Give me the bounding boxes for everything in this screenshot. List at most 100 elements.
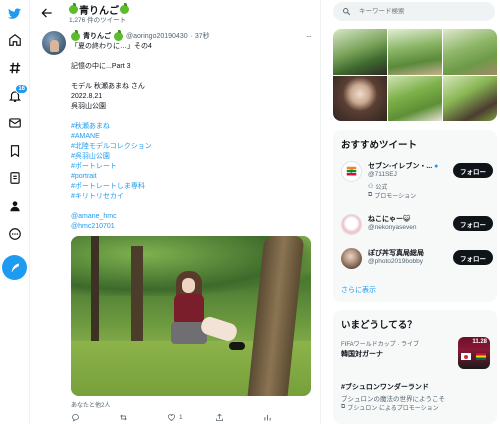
hashtag-link[interactable]: #portrait (71, 172, 97, 182)
media-thumbnail[interactable] (388, 29, 442, 75)
account-name[interactable]: ねこにゃー😺 (368, 214, 410, 224)
media-grid[interactable] (333, 29, 497, 121)
feather-icon (11, 263, 19, 272)
profile-header: 青りんご 1,276 件のツイート (31, 0, 320, 27)
green-apple-icon (71, 29, 80, 41)
back-arrow-icon[interactable] (40, 6, 54, 20)
tweet-more-icon[interactable]: ··· (306, 32, 312, 41)
show-more-link[interactable]: さらに表示 (341, 285, 376, 295)
recommend-account[interactable]: 7 セブン-イレブン・... ● @711SEJ ⚇ 公式 ⧉ プロモーション … (341, 160, 493, 200)
bookmark-icon[interactable] (6, 142, 24, 160)
avatar[interactable] (341, 248, 362, 269)
author-display-name[interactable]: 青りんご (83, 31, 111, 41)
search-box[interactable] (333, 2, 495, 21)
tweet-photo[interactable] (71, 236, 311, 396)
retweet-button[interactable] (119, 413, 167, 422)
official-text: 公式 (375, 185, 388, 191)
promotion-icon: ⧉ (341, 404, 346, 410)
green-apple-icon (120, 3, 129, 14)
left-nav: 16 (0, 0, 30, 424)
main-column: 青りんご 1,276 件のツイート 青りんご @aoringo20190430 … (31, 0, 321, 424)
explore-hashtag-icon[interactable] (6, 59, 24, 77)
trend-name[interactable]: #ブシュロンワンダーランド (341, 382, 429, 392)
tweet-line: モデル 秋瀬あまね さん (71, 83, 145, 90)
reply-button[interactable] (71, 413, 119, 422)
search-input[interactable] (359, 8, 479, 15)
messages-envelope-icon[interactable] (6, 114, 24, 132)
account-handle: @nekonyaseven (368, 224, 417, 231)
tweet-line: 記憶の中に...Part 3 (71, 63, 131, 70)
tweet-line: 呉羽山公園 (71, 103, 106, 110)
media-thumbnail[interactable] (443, 29, 497, 75)
tweet-time[interactable]: · 37秒 (191, 31, 210, 41)
account-handle: @photo2019bobby (368, 258, 424, 265)
media-thumbnail[interactable] (388, 75, 442, 121)
tweet-line: 2022.8.21 (71, 93, 103, 100)
author-handle[interactable]: @aoringo20190430 (126, 33, 188, 40)
profile-icon[interactable] (6, 197, 24, 215)
account-name[interactable]: セブン-イレブン・... ● (368, 161, 438, 171)
share-icon (216, 413, 223, 421)
reply-icon (72, 413, 79, 422)
promotion-text: プロモーション (374, 194, 417, 200)
official-label: ⚇ 公式 (368, 182, 387, 191)
analytics-icon (264, 414, 271, 420)
green-apple-icon (114, 29, 123, 41)
media-thumbnail[interactable] (333, 29, 387, 75)
hashtag-link[interactable]: #北陸モデルコレクション (71, 142, 152, 152)
media-thumbnail[interactable] (443, 75, 497, 121)
notifications-bell-icon[interactable]: 16 (6, 84, 28, 105)
avatar[interactable]: 7 (341, 161, 362, 182)
tweet-line: 「夏の終わりに…」その4 (71, 43, 152, 50)
mention-link[interactable]: @amane_hmc (71, 212, 117, 222)
trends-card: いまどうしてる？ FIFAワールドカップ · ライブ 韓国対ガーナ 11.28 … (333, 310, 497, 424)
recommend-title: おすすめツイート (341, 140, 418, 151)
promotion-text: ブシュロン によるプロモーション (347, 406, 439, 412)
retweet-icon (120, 414, 127, 420)
avatar[interactable] (341, 214, 362, 235)
follow-button[interactable]: フォロー (453, 250, 493, 265)
svg-text:7: 7 (350, 168, 354, 176)
recommend-account[interactable]: ねこにゃー😺 @nekonyaseven フォロー (341, 213, 493, 243)
mention-link[interactable]: @hmc210701 (71, 222, 115, 232)
tweet-actions: 1 (71, 410, 311, 424)
compose-tweet-button[interactable] (2, 255, 27, 280)
follow-button[interactable]: フォロー (453, 216, 493, 231)
trend-name[interactable]: 韓国対ガーナ (341, 349, 383, 359)
tagged-users-caption[interactable]: あなたと他2人 (71, 400, 110, 409)
hashtag-link[interactable]: #ポートレート (71, 162, 117, 172)
trend-meta: FIFAワールドカップ · ライブ (341, 342, 420, 348)
trend-thumbnail-date: 11.28 (472, 339, 487, 345)
promotion-icon: ⧉ (368, 192, 373, 198)
more-options-icon[interactable] (6, 225, 24, 243)
lists-icon[interactable] (6, 169, 24, 187)
promotion-label: ⧉ プロモーション (368, 191, 416, 200)
hashtag-link[interactable]: #秋瀬あまね (71, 122, 110, 132)
home-icon[interactable] (6, 31, 24, 49)
recommended-tweets-card: おすすめツイート 7 セブン-イレブン・... ● @711SEJ ⚇ 公式 ⧉… (333, 130, 497, 302)
seven-eleven-logo-icon: 7 (346, 165, 357, 178)
like-button[interactable]: 1 (167, 413, 215, 422)
share-button[interactable] (215, 413, 263, 422)
trends-title: いまどうしてる？ (341, 320, 417, 331)
hashtag-link[interactable]: #キリトリセカイ (71, 192, 124, 202)
like-count: 1 (179, 413, 183, 421)
recommend-account[interactable]: ぽび丼写真局総局 @photo2019bobby フォロー (341, 247, 493, 277)
official-icon: ⚇ (368, 184, 374, 190)
verified-badge-icon: ● (434, 163, 439, 170)
right-sidebar: おすすめツイート 7 セブン-イレブン・... ● @711SEJ ⚇ 公式 (322, 0, 500, 424)
trend-thumbnail[interactable]: 11.28 (458, 337, 490, 369)
account-handle: @711SEJ (368, 171, 397, 178)
account-name[interactable]: ぽび丼写真局総局 (368, 248, 424, 258)
hashtag-link[interactable]: #ポートレートしま専科 (71, 182, 145, 192)
hashtag-link[interactable]: #呉羽山公園 (71, 152, 110, 162)
trend-description: ブシュロンの魔法の世界にようこそ (341, 396, 445, 403)
hashtag-link[interactable]: #AMANE (71, 132, 100, 142)
follow-button[interactable]: フォロー (453, 163, 493, 178)
avatar[interactable] (42, 31, 66, 55)
tweet-author: 青りんご @aoringo20190430 · 37秒 (71, 29, 210, 41)
twitter-logo-icon[interactable] (6, 5, 24, 23)
media-thumbnail[interactable] (333, 75, 387, 121)
analytics-button[interactable] (263, 413, 311, 422)
search-icon (343, 8, 351, 16)
